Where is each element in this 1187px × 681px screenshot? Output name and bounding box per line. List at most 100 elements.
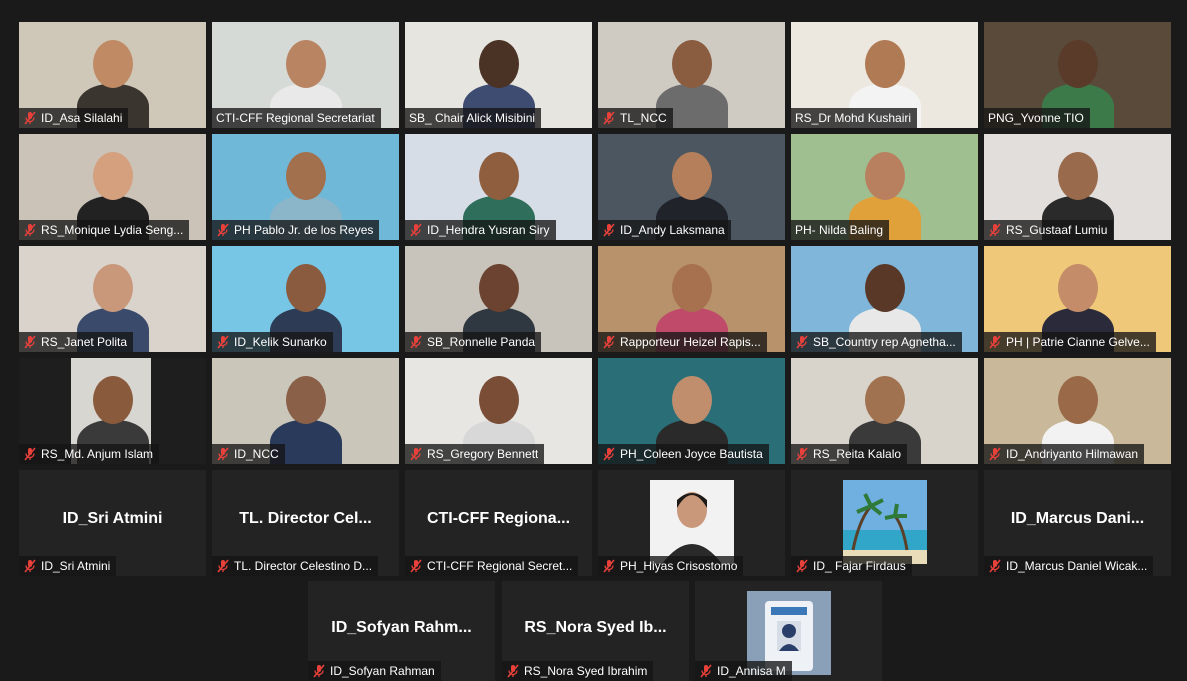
- participant-name: PNG_Yvonne TIO: [988, 111, 1084, 125]
- participant-silhouette-head: [865, 40, 905, 88]
- participant-tile[interactable]: PH_Coleen Joyce Bautista: [598, 358, 785, 464]
- participant-tile[interactable]: PH- Nilda Baling: [791, 134, 978, 240]
- participant-name-label: ID_Andy Laksmana: [598, 220, 731, 240]
- muted-microphone-icon: [602, 447, 616, 461]
- participant-tile[interactable]: RS_Gustaaf Lumiu: [984, 134, 1171, 240]
- profile-picture: [649, 480, 734, 564]
- participant-name-label: ID_Andriyanto Hilmawan: [984, 444, 1145, 464]
- participant-name-label: ID_Hendra Yusran Siry: [405, 220, 556, 240]
- participant-name: TL_NCC: [620, 111, 667, 125]
- participant-tile[interactable]: SB_Country rep Agnetha...: [791, 246, 978, 352]
- participant-tile[interactable]: ID_ Fajar Firdaus: [791, 470, 978, 576]
- participant-silhouette-head: [286, 40, 326, 88]
- participant-name-label: PNG_Yvonne TIO: [984, 108, 1090, 128]
- participant-silhouette-head: [93, 376, 133, 424]
- participant-name: CTI-CFF Regional Secret...: [427, 559, 573, 573]
- participant-name: PH Pablo Jr. de los Reyes: [234, 223, 374, 237]
- participant-name-label: Rapporteur Heizel Rapis...: [598, 332, 767, 352]
- participant-silhouette-head: [672, 376, 712, 424]
- muted-microphone-icon: [506, 664, 520, 678]
- participant-tile[interactable]: ID_Sofyan Rahm... ID_Sofyan Rahman: [308, 581, 495, 681]
- participant-name: ID_Kelik Sunarko: [234, 335, 327, 349]
- participant-name-label: CTI-CFF Regional Secretariat: [212, 108, 381, 128]
- participant-silhouette-head: [286, 152, 326, 200]
- participant-name-label: TL_NCC: [598, 108, 673, 128]
- participant-name: RS_Gustaaf Lumiu: [1006, 223, 1108, 237]
- participant-tile[interactable]: PH Pablo Jr. de los Reyes: [212, 134, 399, 240]
- participant-name: ID_Andy Laksmana: [620, 223, 725, 237]
- participant-silhouette-head: [286, 376, 326, 424]
- participant-tile[interactable]: ID_Annisa M: [695, 581, 882, 681]
- participant-display-name: CTI-CFF Regiona...: [426, 510, 571, 528]
- participant-name-label: SB_ Chair Alick Misibini: [405, 108, 542, 128]
- participant-silhouette-head: [93, 264, 133, 312]
- participant-tile[interactable]: ID_Andy Laksmana: [598, 134, 785, 240]
- participant-silhouette-head: [93, 40, 133, 88]
- participant-name-label: RS_Nora Syed Ibrahim: [502, 661, 654, 681]
- participant-tile[interactable]: Rapporteur Heizel Rapis...: [598, 246, 785, 352]
- muted-microphone-icon: [988, 447, 1002, 461]
- participant-name-label: RS_Janet Polita: [19, 332, 134, 352]
- participant-name-label: RS_Monique Lydia Seng...: [19, 220, 190, 240]
- participant-tile[interactable]: RS_Janet Polita: [19, 246, 206, 352]
- participant-silhouette-head: [479, 40, 519, 88]
- participant-tile[interactable]: ID_Andriyanto Hilmawan: [984, 358, 1171, 464]
- participant-tile[interactable]: ID_Sri Atmini ID_Sri Atmini: [19, 470, 206, 576]
- participant-tile[interactable]: PNG_Yvonne TIO: [984, 22, 1171, 128]
- muted-microphone-icon: [795, 559, 809, 573]
- participant-display-name: ID_Sofyan Rahm...: [331, 619, 472, 636]
- muted-microphone-icon: [988, 335, 1002, 349]
- participant-tile[interactable]: CTI-CFF Regiona... CTI-CFF Regional Secre…: [405, 470, 592, 576]
- participant-name-label: SB_Country rep Agnetha...: [791, 332, 962, 352]
- participant-name: ID_Sri Atmini: [41, 559, 111, 573]
- participant-name: ID_Andriyanto Hilmawan: [1006, 447, 1139, 461]
- muted-microphone-icon: [602, 559, 616, 573]
- participant-tile[interactable]: RS_Dr Mohd Kushairi: [791, 22, 978, 128]
- participant-name: RS_Gregory Bennett: [427, 447, 539, 461]
- participant-tile[interactable]: PH | Patrie Cianne Gelve...: [984, 246, 1171, 352]
- participant-tile[interactable]: ID_NCC: [212, 358, 399, 464]
- muted-microphone-icon: [409, 335, 423, 349]
- participant-tile[interactable]: SB_ Chair Alick Misibini: [405, 22, 592, 128]
- participant-name-label: RS_Gregory Bennett: [405, 444, 545, 464]
- participant-tile[interactable]: ID_Hendra Yusran Siry: [405, 134, 592, 240]
- participant-name-label: RS_Dr Mohd Kushairi: [791, 108, 918, 128]
- participant-name-label: PH Pablo Jr. de los Reyes: [212, 220, 380, 240]
- participant-tile[interactable]: ID_Kelik Sunarko: [212, 246, 399, 352]
- participant-name-label: RS_Md. Anjum Islam: [19, 444, 160, 464]
- participant-tile[interactable]: TL. Director Cel... TL. Director Celestin…: [212, 470, 399, 576]
- participant-name: ID_Sofyan Rahman: [330, 664, 435, 678]
- participant-name: RS_Nora Syed Ibrahim: [524, 664, 648, 678]
- participant-name-label: TL. Director Celestino D...: [212, 556, 379, 576]
- participant-name: RS_Md. Anjum Islam: [41, 447, 154, 461]
- participant-name: RS_Dr Mohd Kushairi: [795, 111, 912, 125]
- participant-tile[interactable]: CTI-CFF Regional Secretariat: [212, 22, 399, 128]
- participant-tile[interactable]: PH_Hiyas Crisostomo: [598, 470, 785, 576]
- participant-name: RS_Monique Lydia Seng...: [41, 223, 184, 237]
- participant-silhouette-head: [479, 376, 519, 424]
- muted-microphone-icon: [409, 223, 423, 237]
- participant-tile[interactable]: RS_Md. Anjum Islam: [19, 358, 206, 464]
- participant-tile[interactable]: TL_NCC: [598, 22, 785, 128]
- participant-tile[interactable]: RS_Gregory Bennett: [405, 358, 592, 464]
- participant-name: ID_Hendra Yusran Siry: [427, 223, 550, 237]
- participant-name: ID_Marcus Daniel Wicak...: [1006, 559, 1148, 573]
- participant-tile[interactable]: RS_Nora Syed Ib... RS_Nora Syed Ibrahim: [502, 581, 689, 681]
- participant-tile[interactable]: ID_Asa Silalahi: [19, 22, 206, 128]
- participant-name-label: ID_Sofyan Rahman: [308, 661, 441, 681]
- participant-tile[interactable]: RS_Monique Lydia Seng...: [19, 134, 206, 240]
- participant-tile[interactable]: SB_Ronnelle Panda: [405, 246, 592, 352]
- participant-silhouette-head: [672, 40, 712, 88]
- participant-tile[interactable]: ID_Marcus Dani... ID_Marcus Daniel Wicak.…: [984, 470, 1171, 576]
- muted-microphone-icon: [602, 223, 616, 237]
- participant-name: CTI-CFF Regional Secretariat: [216, 111, 375, 125]
- muted-microphone-icon: [23, 223, 37, 237]
- muted-microphone-icon: [312, 664, 326, 678]
- participant-name: SB_ Chair Alick Misibini: [409, 111, 536, 125]
- participant-name: ID_Annisa M: [717, 664, 786, 678]
- participant-tile[interactable]: RS_Reita Kalalo: [791, 358, 978, 464]
- muted-microphone-icon: [216, 335, 230, 349]
- participant-name-label: ID_NCC: [212, 444, 285, 464]
- participant-name: PH_Coleen Joyce Bautista: [620, 447, 763, 461]
- participant-silhouette-head: [1058, 152, 1098, 200]
